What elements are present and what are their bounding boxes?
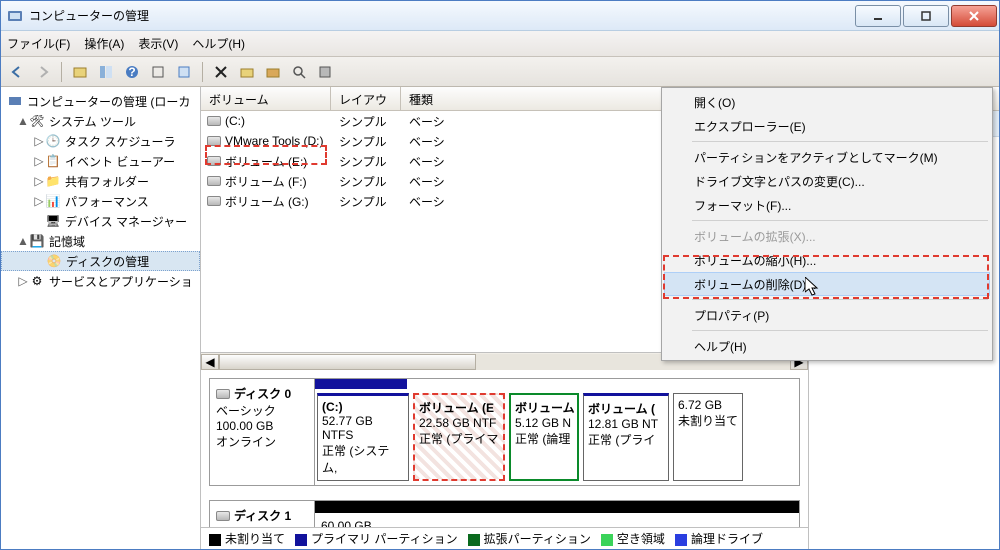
- context-menu: 開く(O) エクスプローラー(E) パーティションをアクティブとしてマーク(M)…: [661, 87, 993, 361]
- computer-icon: [7, 93, 23, 109]
- menu-action[interactable]: 操作(A): [84, 35, 124, 52]
- body: コンピューターの管理 (ローカ ▲🛠システム ツール ▷🕒タスク スケジューラ …: [1, 87, 999, 549]
- ctx-open[interactable]: 開く(O): [664, 90, 990, 114]
- clock-icon: 🕒: [45, 133, 61, 149]
- ctx-format[interactable]: フォーマット(F)...: [664, 193, 990, 217]
- ctx-help[interactable]: ヘルプ(H): [664, 334, 990, 358]
- tree-disk-mgmt[interactable]: 📀ディスクの管理: [1, 251, 200, 271]
- legend: 未割り当て プライマリ パーティション 拡張パーティション 空き領域 論理ドライ…: [201, 527, 808, 549]
- ctx-mark-active[interactable]: パーティションをアクティブとしてマーク(M): [664, 145, 990, 169]
- disk-0-block: ディスク 0 ベーシック 100.00 GB オンライン (C:)52.77 G…: [209, 378, 800, 486]
- col-volume[interactable]: ボリューム: [201, 87, 331, 110]
- perf-icon: 📊: [45, 193, 61, 209]
- titlebar: コンピューターの管理: [1, 1, 999, 31]
- drive-icon: [207, 136, 221, 146]
- forward-button[interactable]: [33, 62, 53, 82]
- tree-shared-folders[interactable]: ▷📁共有フォルダー: [1, 171, 200, 191]
- svg-text:?: ?: [128, 65, 135, 79]
- log-icon: 📋: [45, 153, 61, 169]
- tree-event-viewer[interactable]: ▷📋イベント ビューアー: [1, 151, 200, 171]
- disk-icon: [216, 511, 230, 521]
- ctx-extend: ボリュームの拡張(X)...: [664, 224, 990, 248]
- nav-tree: コンピューターの管理 (ローカ ▲🛠システム ツール ▷🕒タスク スケジューラ …: [1, 87, 201, 549]
- drive-icon: [207, 116, 221, 126]
- partition-f[interactable]: ボリューム5.12 GB N正常 (論理: [509, 393, 579, 481]
- disk-1-info: ディスク 1 ベーシック 60.00 GB: [210, 501, 315, 527]
- ctx-explorer[interactable]: エクスプローラー(E): [664, 114, 990, 138]
- menu-help[interactable]: ヘルプ(H): [192, 35, 245, 52]
- tree-performance[interactable]: ▷📊パフォーマンス: [1, 191, 200, 211]
- disk-1-block: ディスク 1 ベーシック 60.00 GB 60.00 GB: [209, 500, 800, 527]
- cursor-icon: [805, 277, 821, 297]
- tools-icon: 🛠: [29, 113, 45, 129]
- tree-device-mgr[interactable]: 🖥デバイス マネージャー: [1, 211, 200, 231]
- ctx-change-letter[interactable]: ドライブ文字とパスの変更(C)...: [664, 169, 990, 193]
- partition-c[interactable]: (C:)52.77 GB NTFS正常 (システム,: [317, 393, 409, 481]
- menu-file[interactable]: ファイル(F): [7, 35, 70, 52]
- maximize-button[interactable]: [903, 5, 949, 27]
- menu-view[interactable]: 表示(V): [138, 35, 178, 52]
- tree-services[interactable]: ▷⚙サービスとアプリケーショ: [1, 271, 200, 291]
- disk-graphic-area: ディスク 0 ベーシック 100.00 GB オンライン (C:)52.77 G…: [201, 370, 808, 527]
- toolbar-icon[interactable]: [237, 62, 257, 82]
- toolbar-icon[interactable]: [289, 62, 309, 82]
- toolbar-icon[interactable]: [148, 62, 168, 82]
- drive-icon: [207, 156, 221, 166]
- ctx-properties[interactable]: プロパティ(P): [664, 303, 990, 327]
- minimize-button[interactable]: [855, 5, 901, 27]
- folder-icon: 📁: [45, 173, 61, 189]
- toolbar-icon[interactable]: [174, 62, 194, 82]
- tree-system-tools[interactable]: ▲🛠システム ツール: [1, 111, 200, 131]
- drive-icon: [207, 176, 221, 186]
- storage-icon: 💾: [29, 233, 45, 249]
- window-buttons: [855, 5, 997, 27]
- toolbar-icon[interactable]: [96, 62, 116, 82]
- ctx-delete-volume[interactable]: ボリュームの削除(D)...: [664, 272, 990, 296]
- toolbar-icon[interactable]: [315, 62, 335, 82]
- col-layout[interactable]: レイアウト: [331, 87, 401, 110]
- partition-e[interactable]: ボリューム (E22.58 GB NTF正常 (プライマ: [413, 393, 505, 481]
- back-button[interactable]: [7, 62, 27, 82]
- services-icon: ⚙: [29, 273, 45, 289]
- toolbar-icon[interactable]: [263, 62, 283, 82]
- app-icon: [7, 8, 23, 24]
- window-title: コンピューターの管理: [29, 7, 855, 24]
- scroll-left-button[interactable]: ◀: [201, 354, 219, 370]
- disk-0-info: ディスク 0 ベーシック 100.00 GB オンライン: [210, 379, 315, 485]
- delete-icon[interactable]: [211, 62, 231, 82]
- window-root: コンピューターの管理 ファイル(F) 操作(A) 表示(V) ヘルプ(H) ?: [0, 0, 1000, 550]
- partition-g[interactable]: ボリューム (12.81 GB NT正常 (プライ: [583, 393, 669, 481]
- partition-unallocated[interactable]: 6.72 GB未割り当て: [673, 393, 743, 481]
- drive-icon: [207, 196, 221, 206]
- help-icon[interactable]: ?: [122, 62, 142, 82]
- tree-root[interactable]: コンピューターの管理 (ローカ: [1, 91, 200, 111]
- ctx-shrink[interactable]: ボリュームの縮小(H)...: [664, 248, 990, 272]
- disk-icon: 📀: [46, 253, 62, 269]
- device-icon: 🖥: [45, 213, 61, 229]
- close-button[interactable]: [951, 5, 997, 27]
- menubar: ファイル(F) 操作(A) 表示(V) ヘルプ(H): [1, 31, 999, 57]
- tree-task-sched[interactable]: ▷🕒タスク スケジューラ: [1, 131, 200, 151]
- toolbar: ?: [1, 57, 999, 87]
- disk-icon: [216, 389, 230, 399]
- tree-storage[interactable]: ▲💾記憶域: [1, 231, 200, 251]
- main-pane: ボリューム レイアウト 種類 (C:)シンプルベーシ VMware Tools …: [201, 87, 809, 549]
- toolbar-icon[interactable]: [70, 62, 90, 82]
